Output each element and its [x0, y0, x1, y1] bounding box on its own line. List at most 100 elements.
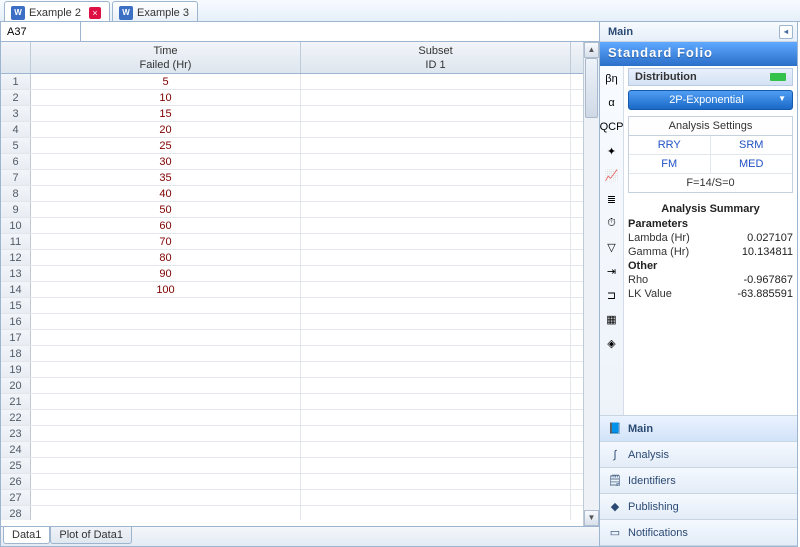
select-all-corner[interactable] [1, 42, 31, 73]
cell-time[interactable] [31, 410, 301, 425]
cell-time[interactable] [31, 378, 301, 393]
cell-subset[interactable] [301, 74, 571, 89]
workbook-tab[interactable]: WExample 3 [112, 1, 198, 21]
cell-time[interactable] [31, 346, 301, 361]
table-row[interactable]: 1170 [1, 234, 583, 250]
scroll-thumb[interactable] [585, 58, 598, 118]
cell-time[interactable]: 90 [31, 266, 301, 281]
formula-input[interactable] [81, 22, 599, 41]
row-header[interactable]: 6 [1, 154, 31, 169]
vertical-scrollbar[interactable]: ▲ ▼ [583, 42, 599, 526]
table-row[interactable]: 420 [1, 122, 583, 138]
setting-option[interactable]: SRM [711, 136, 793, 155]
table-row[interactable]: 25 [1, 458, 583, 474]
cell-time[interactable] [31, 394, 301, 409]
cell-subset[interactable] [301, 250, 571, 265]
table-row[interactable]: 20 [1, 378, 583, 394]
cell-time[interactable]: 100 [31, 282, 301, 297]
cell-time[interactable] [31, 330, 301, 345]
cell-subset[interactable] [301, 122, 571, 137]
cell-time[interactable] [31, 506, 301, 520]
table-row[interactable]: 525 [1, 138, 583, 154]
cell-subset[interactable] [301, 298, 571, 313]
cell-time[interactable] [31, 458, 301, 473]
cell-subset[interactable] [301, 490, 571, 505]
cell-time[interactable]: 40 [31, 186, 301, 201]
tool-button[interactable]: ⏱ [603, 214, 621, 232]
cell-subset[interactable] [301, 202, 571, 217]
cell-time[interactable] [31, 426, 301, 441]
row-header[interactable]: 18 [1, 346, 31, 361]
nav-item-publishing[interactable]: ◆Publishing [600, 494, 797, 520]
close-icon[interactable]: × [89, 7, 101, 19]
cell-subset[interactable] [301, 474, 571, 489]
table-row[interactable]: 15 [1, 298, 583, 314]
table-row[interactable]: 950 [1, 202, 583, 218]
row-header[interactable]: 21 [1, 394, 31, 409]
row-header[interactable]: 16 [1, 314, 31, 329]
cell-subset[interactable] [301, 426, 571, 441]
cell-time[interactable] [31, 442, 301, 457]
row-header[interactable]: 23 [1, 426, 31, 441]
row-header[interactable]: 27 [1, 490, 31, 505]
table-row[interactable]: 28 [1, 506, 583, 520]
table-row[interactable]: 1060 [1, 218, 583, 234]
row-header[interactable]: 3 [1, 106, 31, 121]
row-header[interactable]: 12 [1, 250, 31, 265]
table-row[interactable]: 18 [1, 346, 583, 362]
tool-button[interactable]: ✦ [603, 142, 621, 160]
row-header[interactable]: 7 [1, 170, 31, 185]
cell-time[interactable]: 5 [31, 74, 301, 89]
row-header[interactable]: 11 [1, 234, 31, 249]
row-header[interactable]: 25 [1, 458, 31, 473]
table-row[interactable]: 16 [1, 314, 583, 330]
cell-subset[interactable] [301, 346, 571, 361]
cell-time[interactable]: 60 [31, 218, 301, 233]
row-header[interactable]: 17 [1, 330, 31, 345]
cell-subset[interactable] [301, 394, 571, 409]
cell-subset[interactable] [301, 170, 571, 185]
table-row[interactable]: 14100 [1, 282, 583, 298]
cell-subset[interactable] [301, 234, 571, 249]
table-row[interactable]: 315 [1, 106, 583, 122]
cell-subset[interactable] [301, 458, 571, 473]
cell-subset[interactable] [301, 154, 571, 169]
tool-button[interactable]: 📈 [603, 166, 621, 184]
tool-button[interactable]: α [603, 94, 621, 112]
cell-time[interactable]: 15 [31, 106, 301, 121]
cell-time[interactable] [31, 490, 301, 505]
data-rows[interactable]: 1521031542052563073584095010601170128013… [1, 74, 583, 520]
setting-option[interactable]: RRY [629, 136, 711, 155]
cell-subset[interactable] [301, 90, 571, 105]
table-row[interactable]: 17 [1, 330, 583, 346]
nav-item-analysis[interactable]: ∫Analysis [600, 442, 797, 468]
table-row[interactable]: 21 [1, 394, 583, 410]
table-row[interactable]: 1390 [1, 266, 583, 282]
tool-button[interactable]: ≣ [603, 190, 621, 208]
column-header-time[interactable]: Time Failed (Hr) [31, 42, 301, 73]
cell-time[interactable]: 50 [31, 202, 301, 217]
table-row[interactable]: 735 [1, 170, 583, 186]
setting-option[interactable]: FM [629, 155, 711, 174]
row-header[interactable]: 22 [1, 410, 31, 425]
tool-button[interactable]: ⊐ [603, 286, 621, 304]
table-row[interactable]: 24 [1, 442, 583, 458]
cell-time[interactable]: 80 [31, 250, 301, 265]
cell-subset[interactable] [301, 266, 571, 281]
row-header[interactable]: 8 [1, 186, 31, 201]
cell-time[interactable]: 30 [31, 154, 301, 169]
collapse-button[interactable]: ◂ [779, 25, 793, 39]
row-header[interactable]: 20 [1, 378, 31, 393]
row-header[interactable]: 28 [1, 506, 31, 520]
cell-time[interactable] [31, 474, 301, 489]
tool-button[interactable]: ▦ [603, 310, 621, 328]
cell-time[interactable]: 20 [31, 122, 301, 137]
distribution-dropdown[interactable]: 2P-Exponential [628, 90, 793, 110]
cell-subset[interactable] [301, 138, 571, 153]
scroll-down-arrow[interactable]: ▼ [584, 510, 599, 526]
row-header[interactable]: 13 [1, 266, 31, 281]
column-header-subset[interactable]: Subset ID 1 [301, 42, 571, 73]
row-header[interactable]: 19 [1, 362, 31, 377]
table-row[interactable]: 630 [1, 154, 583, 170]
cell-subset[interactable] [301, 362, 571, 377]
